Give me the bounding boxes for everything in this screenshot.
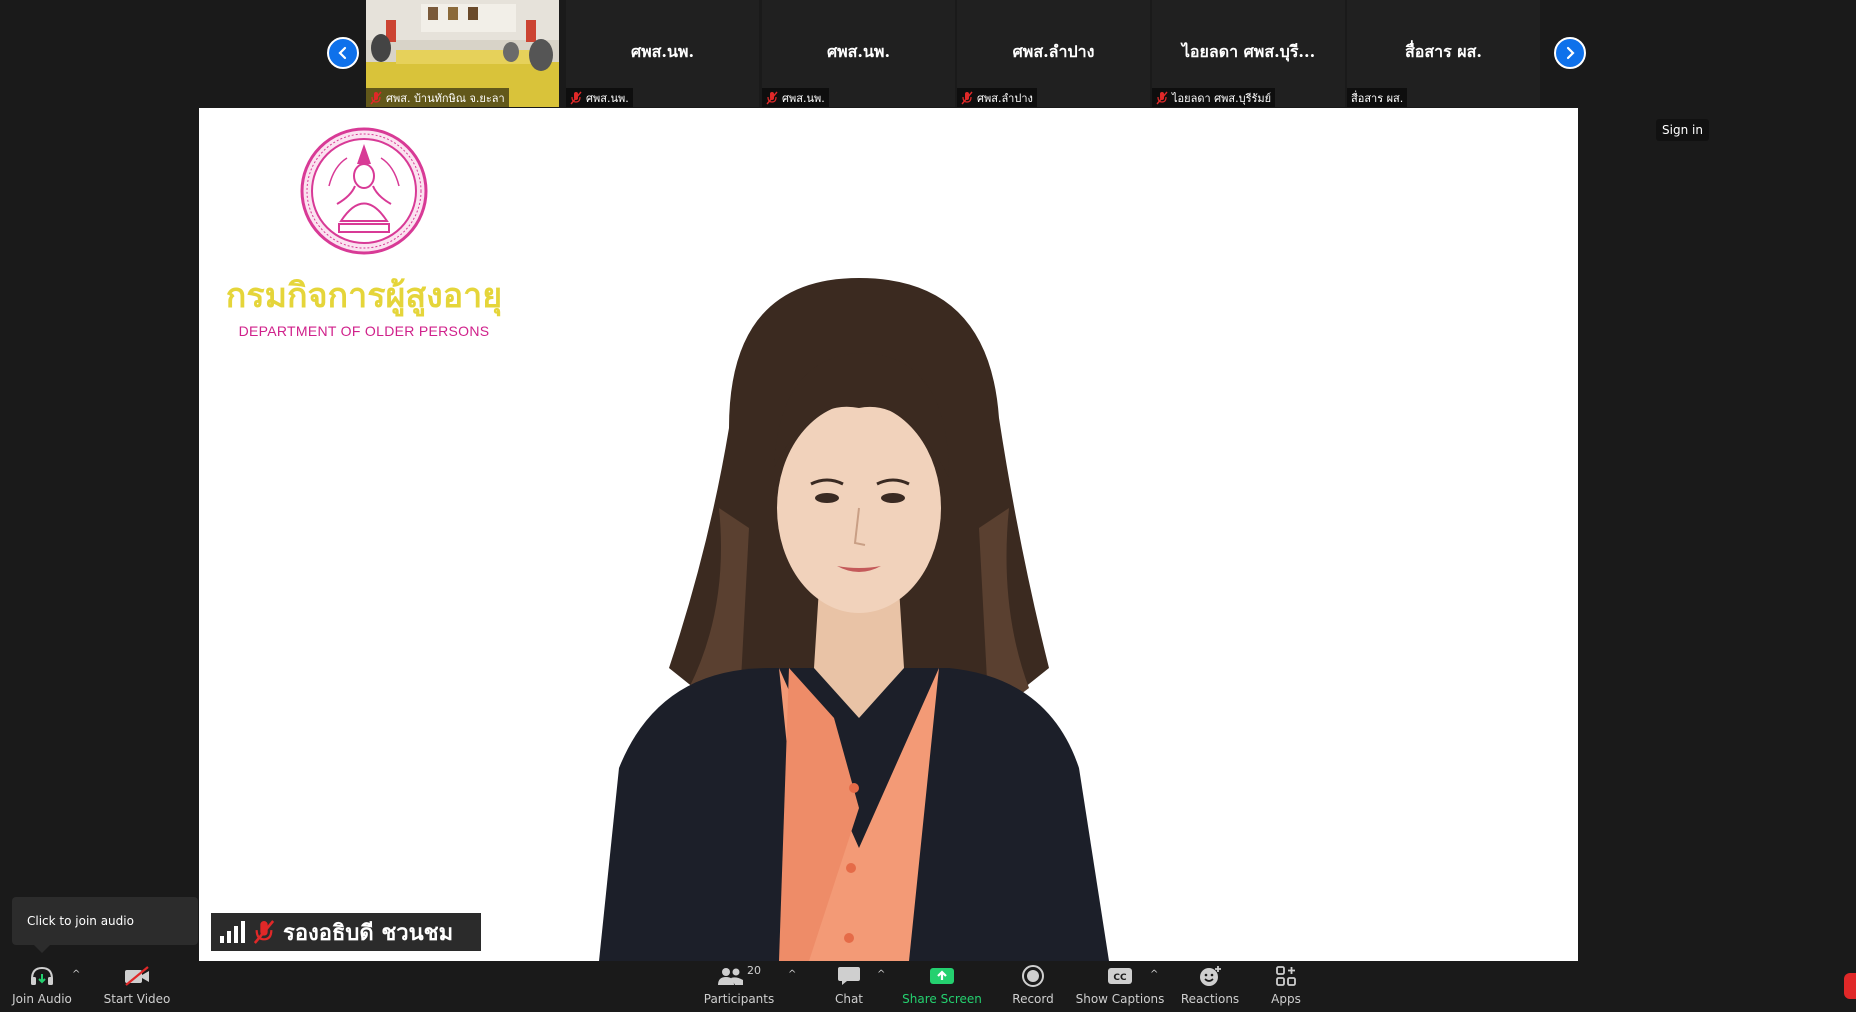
reactions-label: Reactions xyxy=(1180,992,1240,1006)
participant-label: ศพส.นพ. xyxy=(566,88,633,107)
smiley-icon xyxy=(1198,964,1222,988)
speaker-name-plate: รองอธิบดี ชวนชม xyxy=(211,913,481,951)
join-audio-button[interactable]: Join Audio xyxy=(12,961,72,1012)
chat-icon xyxy=(837,964,861,988)
tooltip-text: Click to join audio xyxy=(27,914,134,928)
department-name-english: DEPARTMENT OF OLDER PERSONS xyxy=(238,323,490,339)
participant-label: ศพส.นพ. xyxy=(762,88,829,107)
participants-count: 20 xyxy=(747,964,761,977)
participant-label: ศพส.ลำปาง xyxy=(957,88,1037,107)
participant-name: สื่อสาร ผส. xyxy=(1405,42,1482,61)
mic-muted-icon xyxy=(570,91,582,104)
audio-options-caret-icon[interactable]: ^ xyxy=(72,969,80,980)
participant-thumbnail[interactable]: ศพส.นพ. ศพส.นพ. xyxy=(566,0,759,107)
closed-captions-icon: CC xyxy=(1107,964,1133,988)
participant-thumbnail[interactable]: สื่อสาร ผส. สื่อสาร ผส. xyxy=(1347,0,1540,107)
sign-in-button[interactable]: Sign in xyxy=(1656,119,1709,141)
participants-button[interactable]: 20 Participants xyxy=(703,961,775,1012)
join-audio-label: Join Audio xyxy=(12,992,72,1006)
participant-name: ศพส.ลำปาง xyxy=(1012,42,1095,61)
chat-options-caret-icon[interactable]: ^ xyxy=(877,969,885,980)
participant-thumbnail[interactable]: ศพส.ลำปาง ศพส.ลำปาง xyxy=(957,0,1150,107)
participant-thumbnail[interactable]: ไอยลดา ศพส.บุรี... ไอยลดา ศพส.บุรีรัมย์ xyxy=(1152,0,1345,107)
headphones-icon xyxy=(29,964,55,988)
participant-label-text: ศพส.นพ. xyxy=(782,91,825,105)
share-screen-button[interactable]: Share Screen xyxy=(902,961,982,1012)
participant-thumbnail[interactable]: ศพส.นพ. ศพส.นพ. xyxy=(762,0,955,107)
captions-options-caret-icon[interactable]: ^ xyxy=(1150,969,1158,980)
mic-muted-icon xyxy=(370,91,382,104)
next-page-button[interactable] xyxy=(1554,37,1586,69)
start-video-button[interactable]: Start Video xyxy=(104,961,170,1012)
mic-muted-icon xyxy=(1156,91,1168,104)
participants-options-caret-icon[interactable]: ^ xyxy=(788,969,796,980)
chevron-left-icon xyxy=(338,46,347,60)
share-screen-label: Share Screen xyxy=(902,992,982,1006)
meeting-toolbar: Join Audio ^ Start Video 20 Participants… xyxy=(0,961,1856,1012)
leave-button-edge[interactable] xyxy=(1844,973,1856,999)
mic-muted-icon xyxy=(766,91,778,104)
reactions-button[interactable]: Reactions xyxy=(1180,961,1240,1012)
previous-page-button[interactable] xyxy=(327,37,359,69)
video-off-icon xyxy=(123,964,151,988)
show-captions-button[interactable]: CC Show Captions xyxy=(1076,961,1164,1012)
participant-label-text: ศพส.นพ. xyxy=(586,91,629,105)
participant-label-text: ศพส. บ้านทักษิณ จ.ยะลา xyxy=(386,91,505,105)
apps-label: Apps xyxy=(1271,992,1301,1006)
record-icon xyxy=(1021,964,1045,988)
participant-thumbnail[interactable]: ศพส. บ้านทักษิณ จ.ยะลา xyxy=(366,0,559,107)
apps-icon xyxy=(1275,964,1297,988)
participant-label-text: สื่อสาร ผส. xyxy=(1351,91,1404,105)
chevron-right-icon xyxy=(1566,46,1575,60)
active-speaker-view[interactable]: กรมกิจการผู้สูงอายุ DEPARTMENT OF OLDER … xyxy=(199,108,1578,961)
mic-muted-icon xyxy=(961,91,973,104)
signal-strength-icon xyxy=(220,921,245,943)
participant-label: ศพส. บ้านทักษิณ จ.ยะลา xyxy=(366,88,509,107)
participants-label: Participants xyxy=(703,992,775,1006)
tooltip-arrow xyxy=(34,945,50,953)
speaker-portrait xyxy=(599,278,1109,961)
chat-button[interactable]: Chat xyxy=(826,961,872,1012)
participant-name: ไอยลดา ศพส.บุรี... xyxy=(1181,42,1316,61)
participant-name: ศพส.นพ. xyxy=(826,42,891,61)
speaker-name: รองอธิบดี ชวนชม xyxy=(283,920,454,946)
mic-muted-icon xyxy=(253,920,275,944)
department-name-thai: กรมกิจการผู้สูงอายุ xyxy=(225,276,503,316)
record-label: Record xyxy=(1012,992,1054,1006)
department-seal-logo xyxy=(300,127,428,255)
participant-label: ไอยลดา ศพส.บุรีรัมย์ xyxy=(1152,88,1276,107)
participant-label: สื่อสาร ผส. xyxy=(1347,88,1408,107)
apps-button[interactable]: Apps xyxy=(1268,961,1304,1012)
join-audio-tooltip: Click to join audio xyxy=(12,897,198,945)
show-captions-label: Show Captions xyxy=(1075,992,1165,1006)
participant-label-text: ศพส.ลำปาง xyxy=(977,91,1033,105)
participant-label-text: ไอยลดา ศพส.บุรีรัมย์ xyxy=(1172,91,1272,105)
share-screen-icon xyxy=(929,964,955,988)
start-video-label: Start Video xyxy=(103,992,171,1006)
participant-name: ศพส.นพ. xyxy=(630,42,695,61)
chat-label: Chat xyxy=(834,992,864,1006)
svg-text:CC: CC xyxy=(1113,973,1127,983)
record-button[interactable]: Record xyxy=(1010,961,1056,1012)
participants-icon: 20 xyxy=(717,964,761,988)
